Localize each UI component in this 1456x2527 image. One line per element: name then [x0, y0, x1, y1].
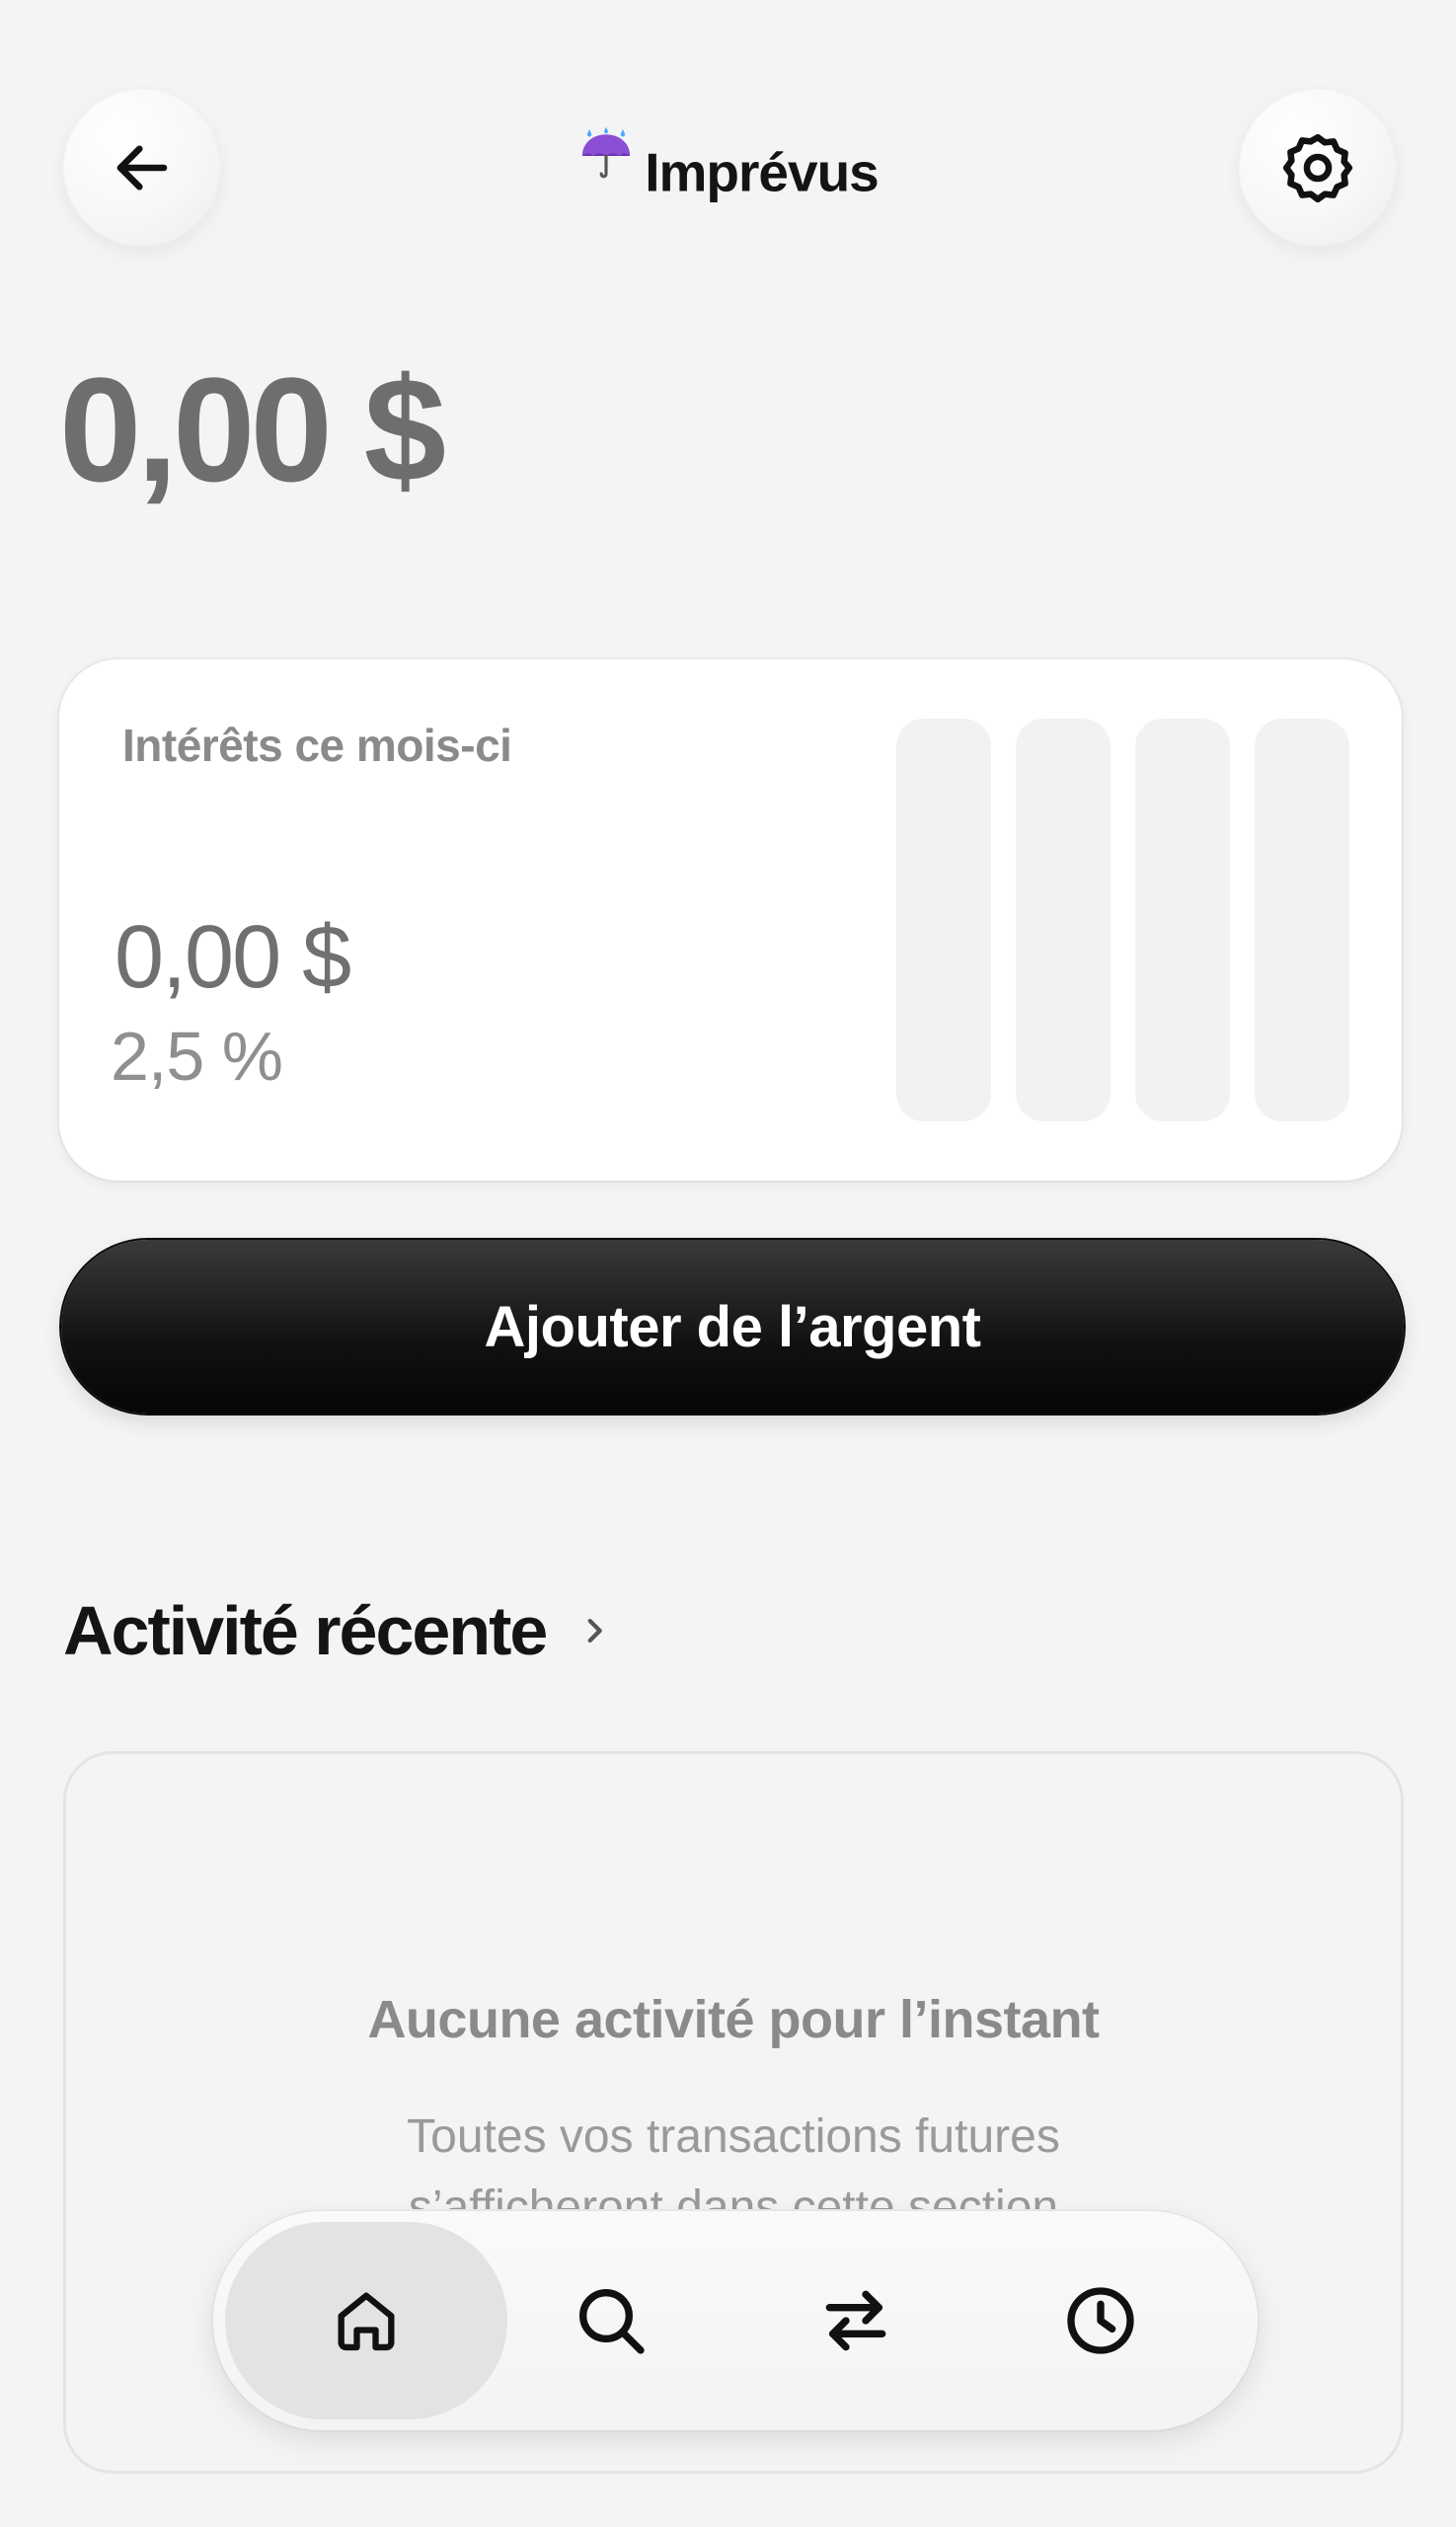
chevron-right-icon [577, 1614, 611, 1647]
home-icon [338, 2292, 395, 2351]
interest-bar [1255, 719, 1349, 1121]
clock-icon [1067, 2287, 1134, 2354]
umbrella-icon [577, 126, 635, 205]
interest-card: Intérêts ce mois-ci 0,00 $ 2,5 % [59, 659, 1402, 1181]
recent-activity-link[interactable]: Activité récente [63, 1591, 611, 1670]
gear-icon [1282, 133, 1353, 203]
interest-bar [1135, 719, 1230, 1121]
interest-label: Intérêts ce mois-ci [122, 720, 512, 771]
nav-home[interactable] [225, 2222, 507, 2419]
nav-search[interactable] [470, 2222, 752, 2419]
search-icon [579, 2289, 645, 2354]
add-money-button[interactable]: Ajouter de l’argent [61, 1240, 1404, 1414]
transfer-icon [825, 2290, 886, 2351]
interest-amount: 0,00 $ [115, 908, 351, 1007]
settings-button[interactable] [1239, 89, 1397, 247]
page-title-text: Imprévus [645, 141, 880, 203]
nav-transfer[interactable] [715, 2222, 997, 2419]
empty-state-line: Toutes vos transactions futures [407, 2110, 1060, 2163]
nav-history[interactable] [959, 2222, 1242, 2419]
page-title: Imprévus [0, 126, 1456, 211]
interest-bar [1016, 719, 1111, 1121]
balance-amount: 0,00 $ [59, 346, 446, 512]
interest-rate: 2,5 % [111, 1018, 283, 1095]
recent-activity-title: Activité récente [63, 1592, 548, 1669]
bottom-navigation [213, 2211, 1258, 2430]
empty-state-title: Aucune activité pour l’instant [367, 1990, 1100, 2049]
interest-bar [896, 719, 991, 1121]
